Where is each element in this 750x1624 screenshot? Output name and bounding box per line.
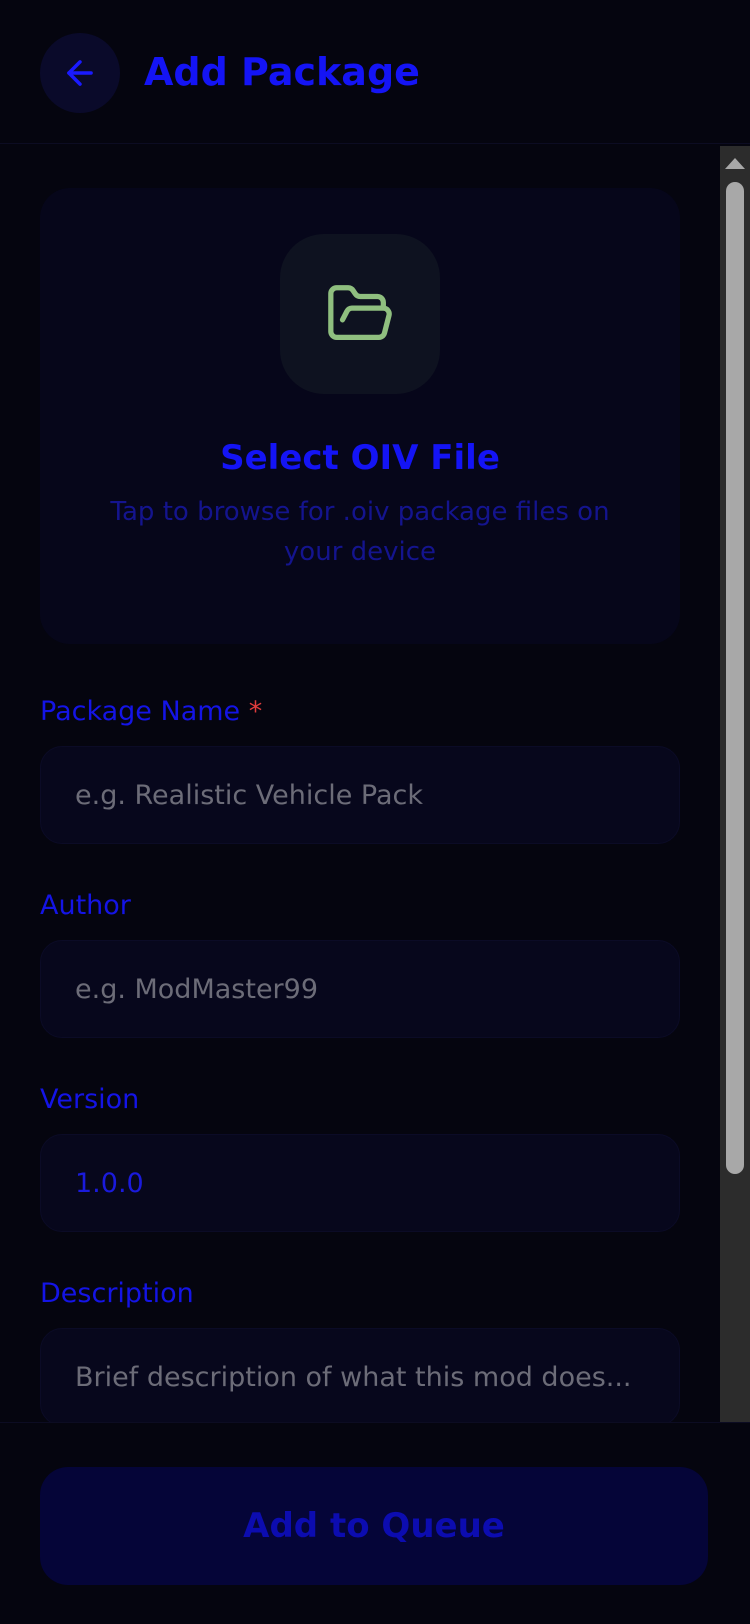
back-button[interactable]: [40, 33, 120, 113]
page-title: Add Package: [144, 50, 420, 94]
author-input[interactable]: [40, 940, 680, 1038]
select-file-card[interactable]: Select OIV File Tap to browse for .oiv p…: [40, 188, 680, 644]
description-label: Description: [40, 1278, 194, 1309]
select-file-title: Select OIV File: [220, 438, 500, 478]
form-scroll-area[interactable]: Select OIV File Tap to browse for .oiv p…: [0, 146, 750, 1422]
vertical-scrollbar[interactable]: [720, 146, 750, 1422]
folder-icon-container: [280, 234, 440, 394]
select-file-subtitle: Tap to browse for .oiv package files on …: [110, 497, 610, 567]
package-name-label: Package Name *: [40, 694, 262, 730]
add-package-screen: Add Package Select OIV File Tap to brows…: [0, 0, 750, 1624]
package-name-input[interactable]: [40, 746, 680, 844]
arrow-left-icon: [67, 60, 93, 86]
footer-bar: Add to Queue: [0, 1422, 750, 1624]
description-input[interactable]: [40, 1328, 680, 1422]
package-name-label-text: Package Name: [40, 696, 241, 727]
add-to-queue-button[interactable]: Add to Queue: [40, 1467, 708, 1585]
scroll-up-arrow-icon[interactable]: [725, 158, 745, 169]
folder-open-icon: [328, 285, 392, 340]
version-label: Version: [40, 1084, 140, 1115]
author-label: Author: [40, 890, 131, 921]
app-header: Add Package: [0, 0, 750, 144]
required-marker: *: [248, 696, 263, 727]
scrollbar-thumb[interactable]: [726, 182, 744, 1174]
version-input[interactable]: [40, 1134, 680, 1232]
